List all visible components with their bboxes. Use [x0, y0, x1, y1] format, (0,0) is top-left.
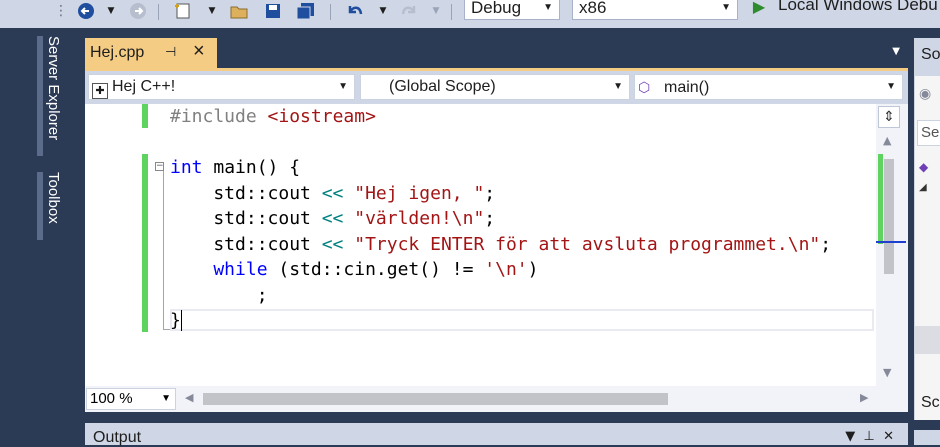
- scroll-map-changes: [878, 154, 883, 244]
- toolbar-separator: [158, 4, 159, 20]
- new-project-icon[interactable]: [172, 2, 194, 20]
- platform-value: x86: [579, 0, 607, 17]
- undo-icon[interactable]: [344, 2, 366, 20]
- scope-select[interactable]: (Global Scope) ▼: [360, 74, 630, 100]
- method-icon: ⬡: [638, 79, 651, 95]
- document-tab-row: Hej.cpp ⊣ × ▼: [85, 38, 908, 68]
- code-line-7: while (std::cin.get() != '\n'): [170, 259, 539, 280]
- toolbox-marker: [37, 172, 43, 240]
- pin-icon[interactable]: ⊥: [864, 429, 875, 444]
- outline-line: [163, 171, 164, 329]
- platform-select[interactable]: x86 ▼: [572, 0, 738, 20]
- chevron-down-icon: ▼: [161, 393, 171, 404]
- scroll-thumb[interactable]: [884, 159, 894, 274]
- run-target-label[interactable]: Local Windows Debu: [778, 0, 938, 15]
- project-icon: ✚: [92, 83, 108, 99]
- horizontal-scroll-bar: 100 % ▼ ◀ ▶: [85, 386, 908, 412]
- current-line-highlight: [170, 309, 874, 331]
- change-bar: [142, 104, 148, 128]
- new-dropdown-icon[interactable]: ▼: [206, 2, 218, 20]
- toolbar-separator: [330, 4, 331, 20]
- change-bar: [142, 154, 148, 332]
- split-window-icon[interactable]: ⇕: [878, 106, 900, 128]
- member-select[interactable]: ⬡ main() ▼: [634, 74, 903, 100]
- zoom-select[interactable]: 100 % ▼: [86, 388, 176, 410]
- save-all-icon[interactable]: [294, 2, 318, 20]
- redo-icon[interactable]: [398, 2, 420, 20]
- solution-search-input[interactable]: Se: [917, 120, 940, 146]
- close-icon[interactable]: ✕: [883, 429, 894, 444]
- scope-value: (Global Scope): [389, 78, 496, 95]
- right-bottom-panel: [914, 430, 940, 445]
- close-icon[interactable]: ×: [193, 40, 205, 63]
- toolbar: ⋮ ▼ ▼ ▼ ▼ Debug ▼ x86 ▼ ▶ Local Windows …: [0, 0, 940, 28]
- panel-controls: ▼ ⊥ ✕: [845, 429, 894, 444]
- tab-title: Hej.cpp: [90, 44, 145, 61]
- scroll-right-icon[interactable]: ▶: [860, 391, 868, 404]
- code-line-9: }: [170, 310, 181, 331]
- navigation-bar: ✚ Hej C++! ▼ (Global Scope) ▼ ⬡ main() ▼: [85, 71, 908, 104]
- solution-explorer-panel: So ◉ Se ◆ ◢ Sc: [914, 38, 940, 420]
- back-dropdown-icon[interactable]: ▼: [105, 2, 117, 20]
- indicator-margin: [85, 104, 142, 386]
- solution-icon: ◆: [919, 160, 929, 174]
- home-icon[interactable]: ◉: [919, 86, 931, 102]
- collapse-toggle[interactable]: −: [155, 162, 164, 171]
- configuration-value: Debug: [471, 0, 522, 17]
- selected-tree-item[interactable]: [915, 326, 940, 354]
- undo-dropdown-icon[interactable]: ▼: [377, 2, 389, 20]
- project-select[interactable]: ✚ Hej C++! ▼: [88, 74, 355, 100]
- scroll-up-icon[interactable]: ▲: [883, 134, 891, 147]
- toolbar-separator: [451, 4, 452, 20]
- chevron-down-icon: ▼: [338, 81, 348, 92]
- back-icon[interactable]: [76, 2, 96, 20]
- vertical-scrollbar[interactable]: ⇕ ▲ ▼: [876, 104, 908, 386]
- horizontal-scroll-thumb[interactable]: [203, 393, 668, 405]
- chevron-down-icon: ▼: [721, 2, 731, 13]
- server-explorer-marker: [37, 36, 43, 156]
- member-value: main(): [664, 79, 710, 96]
- configuration-select[interactable]: Debug ▼: [464, 0, 560, 20]
- code-line-4: std::cout << "Hej igen, ";: [170, 183, 496, 204]
- solution-explorer-header: So: [915, 38, 940, 76]
- play-icon[interactable]: ▶: [750, 0, 768, 16]
- tab-list-dropdown-icon[interactable]: ▼: [892, 46, 900, 57]
- scroll-down-icon[interactable]: ▼: [883, 366, 891, 379]
- dropdown-icon[interactable]: ▼: [845, 429, 855, 444]
- grip-icon: ⋮: [54, 3, 68, 19]
- redo-dropdown-icon[interactable]: ▼: [430, 2, 442, 20]
- zoom-value: 100 %: [90, 390, 133, 407]
- pin-icon[interactable]: ⊣: [165, 44, 176, 60]
- forward-icon[interactable]: [128, 2, 148, 20]
- code-line-8: ;: [170, 285, 268, 306]
- save-icon[interactable]: [262, 2, 284, 20]
- output-panel: Output ▼ ⊥ ✕: [85, 423, 908, 446]
- output-title: Output: [93, 429, 142, 446]
- code-line-6: std::cout << "Tryck ENTER för att avslut…: [170, 234, 832, 255]
- server-explorer-tab[interactable]: Server Explorer: [45, 36, 62, 140]
- chevron-down-icon: ▼: [613, 81, 623, 92]
- project-value: Hej C++!: [112, 78, 176, 95]
- code-line-3: int main() {: [170, 157, 301, 178]
- tab-hej-cpp[interactable]: Hej.cpp ⊣ ×: [85, 38, 217, 68]
- code-editor[interactable]: − #include <iostream> int main() { std::…: [85, 104, 876, 386]
- solution-explorer-title: So: [921, 46, 940, 63]
- scroll-map-caret: [876, 241, 906, 243]
- toolbox-tab[interactable]: Toolbox: [45, 172, 62, 224]
- code-line-5: std::cout << "världen!\n";: [170, 208, 496, 229]
- code-line-1: #include <iostream>: [170, 106, 376, 127]
- text-caret: [181, 310, 182, 331]
- open-icon[interactable]: [228, 2, 250, 20]
- expand-icon[interactable]: ◢: [919, 182, 927, 193]
- chevron-down-icon: ▼: [543, 2, 553, 13]
- chevron-down-icon: ▼: [886, 81, 896, 92]
- solution-explorer-tab[interactable]: Sc: [921, 394, 940, 412]
- scroll-left-icon[interactable]: ◀: [185, 391, 193, 404]
